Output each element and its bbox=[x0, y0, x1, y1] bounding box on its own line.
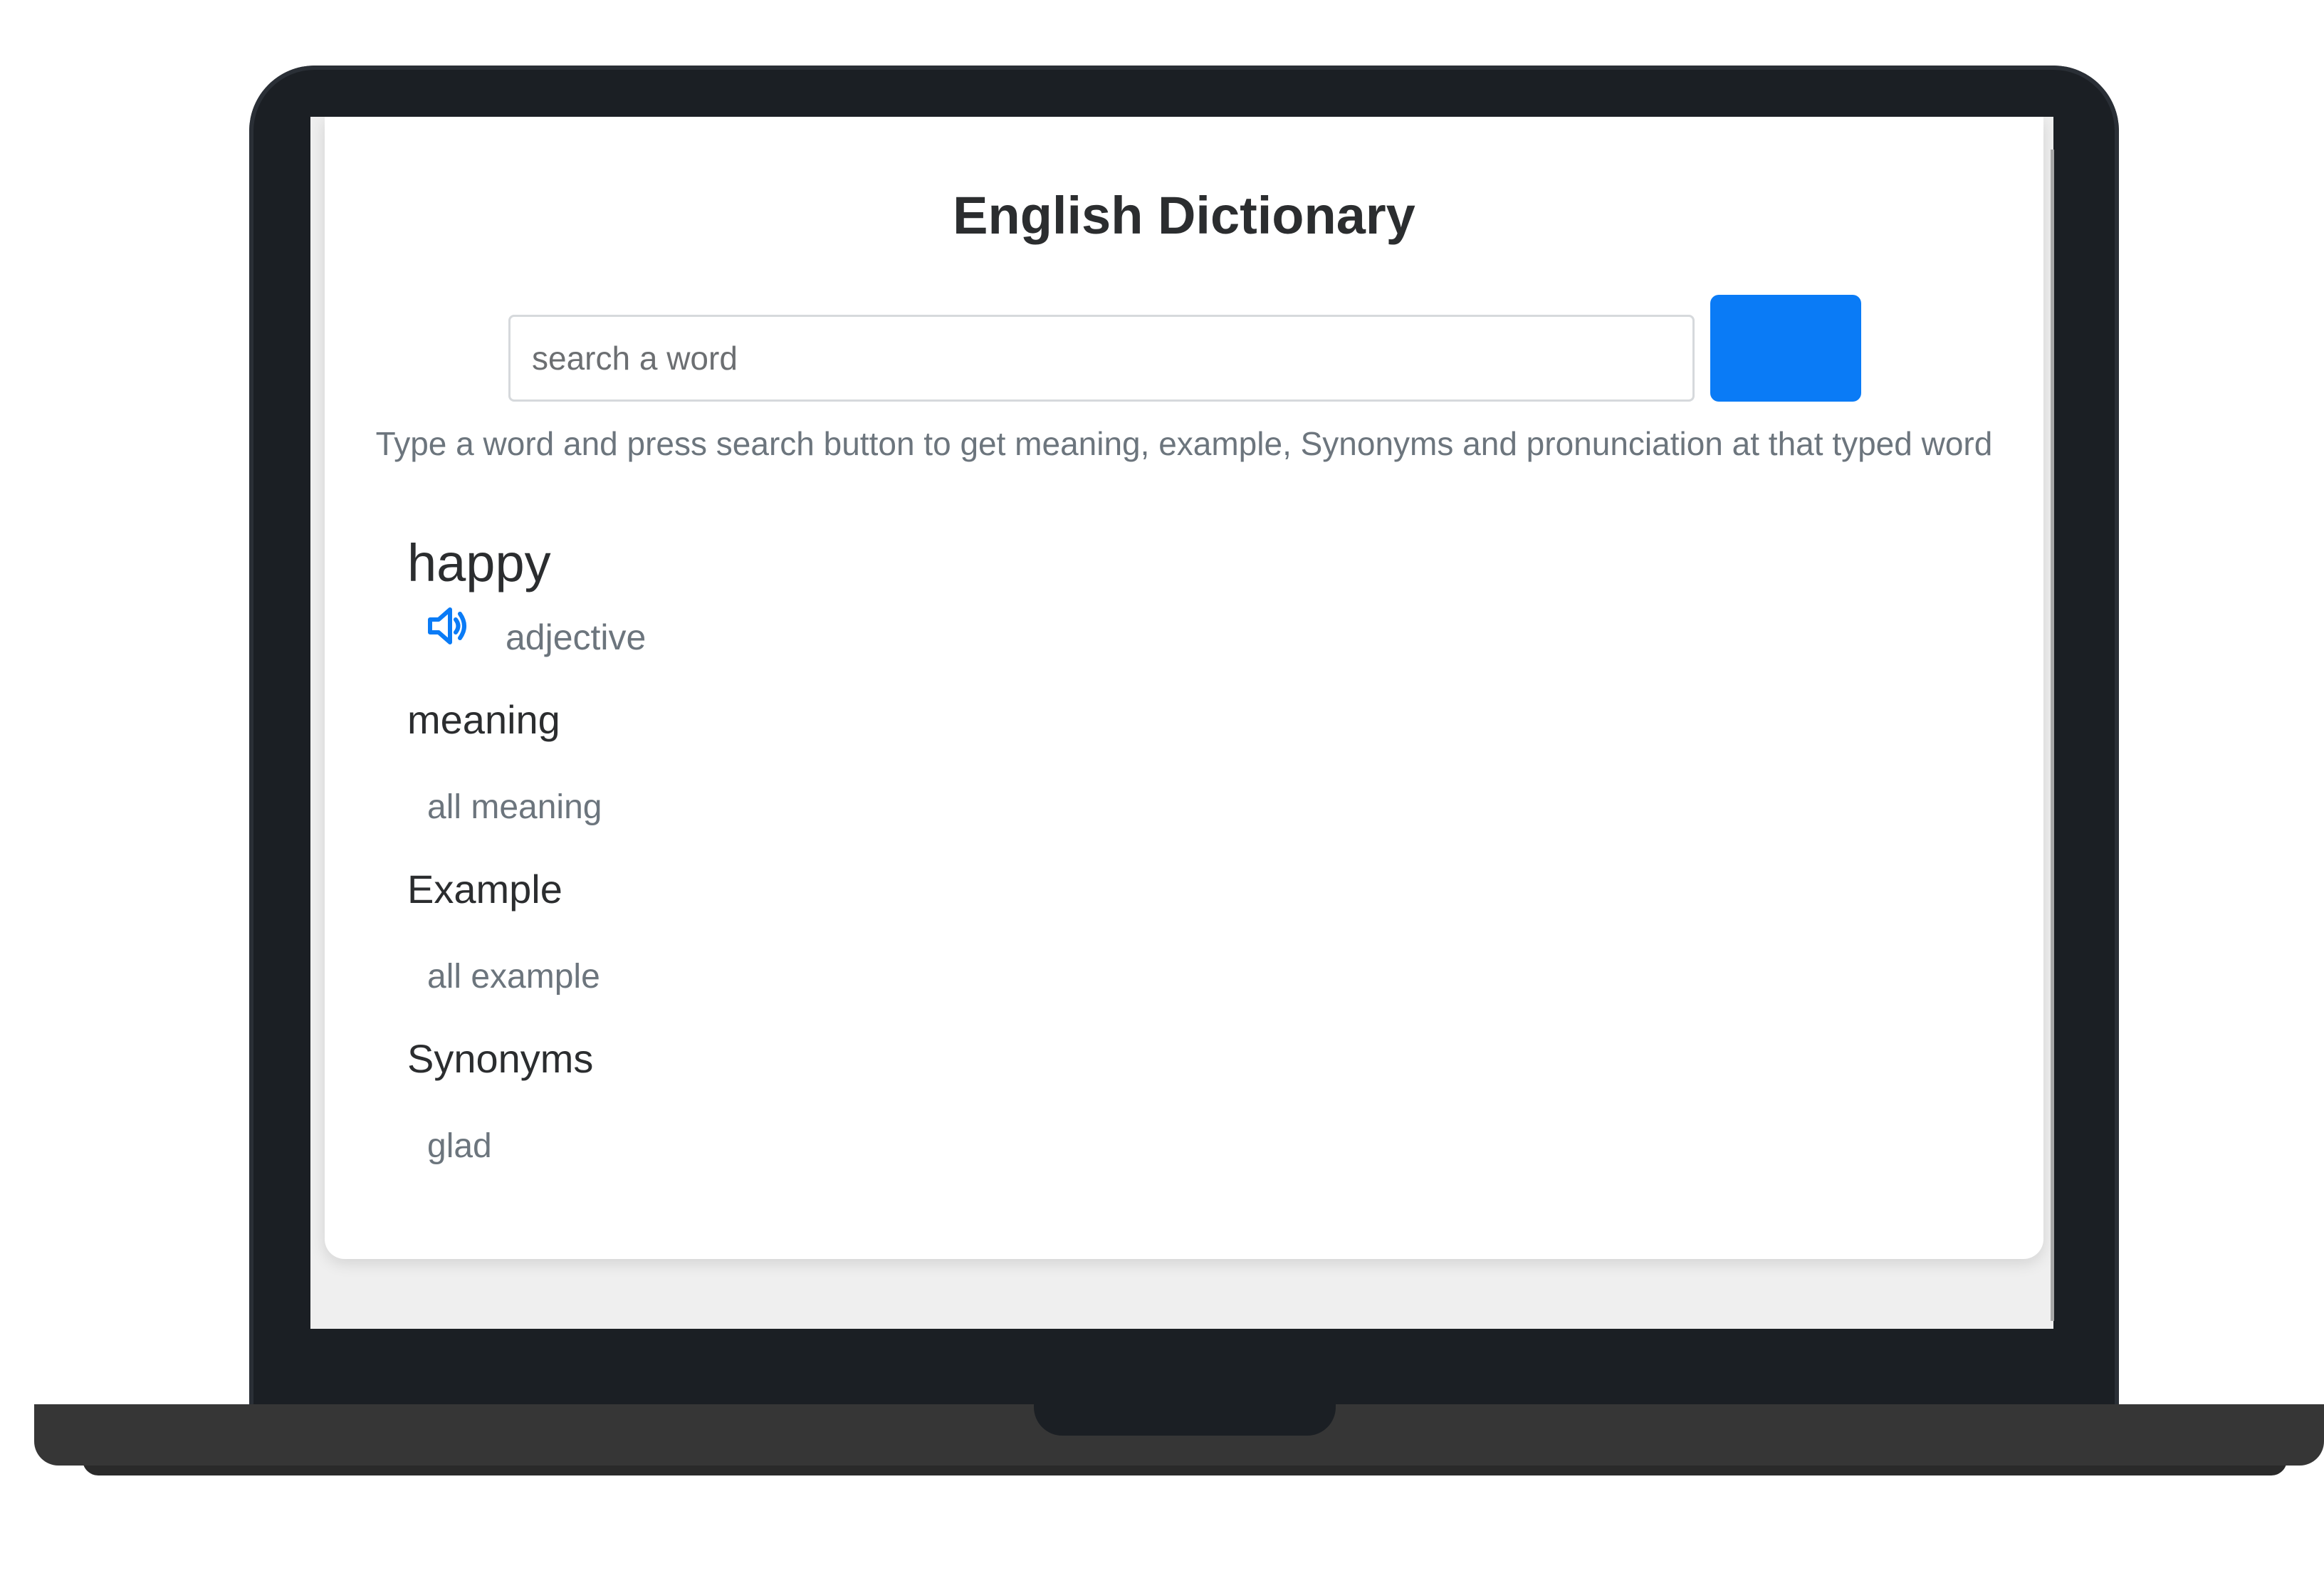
dictionary-card: English Dictionary Type a word and press… bbox=[325, 117, 2043, 1259]
meaning-value: all meaning bbox=[427, 788, 602, 826]
hint-text: Type a word and press search button to g… bbox=[375, 425, 1993, 462]
laptop-notch bbox=[1034, 1404, 1336, 1436]
search-input[interactable] bbox=[508, 315, 1695, 402]
synonyms-heading: Synonyms bbox=[407, 1036, 594, 1081]
synonyms-value: glad bbox=[427, 1127, 492, 1165]
page-title: English Dictionary bbox=[953, 186, 1415, 245]
example-heading: Example bbox=[407, 867, 562, 911]
part-of-speech: adjective bbox=[506, 617, 647, 657]
example-value: all example bbox=[427, 958, 600, 996]
search-button[interactable] bbox=[1710, 295, 1861, 402]
laptop-screen: English Dictionary Type a word and press… bbox=[310, 117, 2053, 1329]
result-word: happy bbox=[407, 533, 551, 592]
scene: English Dictionary Type a word and press… bbox=[0, 0, 2324, 1588]
screen-edge bbox=[2051, 150, 2054, 1321]
meaning-heading: meaning bbox=[407, 697, 560, 742]
speaker-icon[interactable] bbox=[426, 604, 470, 648]
